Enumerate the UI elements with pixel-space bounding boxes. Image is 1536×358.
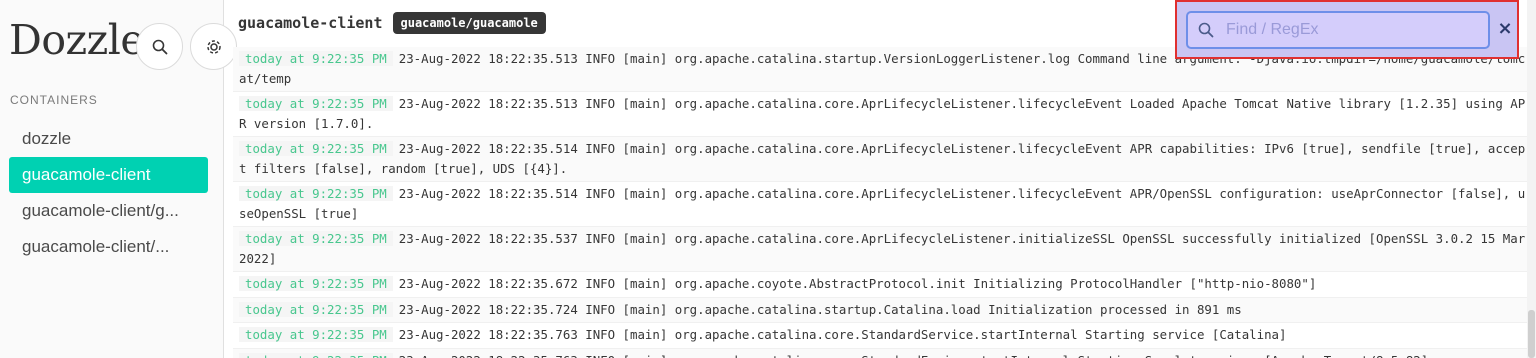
log-message: 23-Aug-2022 18:22:35.514 INFO [main] org… [239, 141, 1526, 176]
container-list: dozzle guacamole-client guacamole-client… [9, 121, 208, 265]
log-message: 23-Aug-2022 18:22:35.514 INFO [main] org… [239, 186, 1526, 221]
sidebar-item-guacamole-client-g[interactable]: guacamole-client/g... [9, 193, 208, 229]
scrollbar-thumb[interactable] [1528, 310, 1535, 358]
log-message: 23-Aug-2022 18:22:35.763 INFO [main] org… [398, 327, 1287, 342]
app-logo[interactable]: Dozzle [9, 16, 145, 64]
log-message: 23-Aug-2022 18:22:35.763 INFO [main] org… [399, 353, 1428, 358]
log-row: today at 9:22:35 PM 23-Aug-2022 18:22:35.… [233, 348, 1529, 358]
log-row: today at 9:22:35 PM23-Aug-2022 18:22:35.… [233, 92, 1529, 137]
sidebar: Dozzle CONTAINERS dozzle guacamole-clien… [0, 0, 237, 358]
log-message: 23-Aug-2022 18:22:35.672 INFO [main] org… [398, 276, 1317, 291]
log-message: 23-Aug-2022 18:22:35.537 INFO [main] org… [239, 231, 1526, 266]
log-timestamp: today at 9:22:35 PM [239, 352, 393, 358]
log-row: today at 9:22:35 PM23-Aug-2022 18:22:35.… [233, 182, 1529, 227]
log-timestamp: today at 9:22:35 PM [239, 301, 393, 317]
image-tag-badge: guacamole/guacamole [392, 12, 546, 34]
container-name: guacamole-client [238, 14, 383, 32]
log-timestamp: today at 9:22:35 PM [239, 186, 393, 201]
log-row: today at 9:22:35 PM 23-Aug-2022 18:22:35.… [233, 297, 1529, 323]
sidebar-item-guacamole-client-2[interactable]: guacamole-client/... [9, 229, 208, 265]
container-header: guacamole-client guacamole/guacamole [238, 11, 546, 35]
log-row: today at 9:22:35 PM23-Aug-2022 18:22:35.… [233, 137, 1529, 182]
find-panel: × [1175, 0, 1519, 59]
log-row: today at 9:22:35 PM23-Aug-2022 18:22:35.… [233, 227, 1529, 272]
log-list[interactable]: today at 9:22:35 PM 23-Aug-2022 18:22:35.… [233, 47, 1529, 358]
search-icon [1198, 22, 1214, 38]
log-timestamp: today at 9:22:35 PM [239, 327, 393, 342]
find-input[interactable] [1226, 13, 1482, 47]
log-timestamp: today at 9:22:35 PM [239, 276, 393, 291]
sidebar-item-guacamole-client[interactable]: guacamole-client [9, 157, 208, 193]
log-row: today at 9:22:35 PM 23-Aug-2022 18:22:35.… [233, 272, 1529, 298]
containers-section-label: CONTAINERS [10, 93, 98, 107]
log-timestamp: today at 9:22:35 PM [239, 51, 393, 66]
search-icon [152, 39, 167, 54]
log-timestamp: today at 9:22:35 PM [239, 141, 393, 156]
log-row: today at 9:22:35 PM 23-Aug-2022 18:22:35.… [233, 323, 1529, 349]
search-button[interactable] [136, 23, 183, 70]
close-find-button[interactable]: × [1497, 18, 1513, 40]
gear-icon [206, 39, 221, 54]
log-timestamp: today at 9:22:35 PM [239, 231, 393, 246]
log-message: 23-Aug-2022 18:22:35.513 INFO [main] org… [239, 96, 1526, 131]
find-field[interactable] [1186, 11, 1490, 49]
log-message: 23-Aug-2022 18:22:35.724 INFO [main] org… [398, 301, 1242, 317]
scrollbar[interactable] [1527, 0, 1536, 358]
sidebar-item-dozzle[interactable]: dozzle [9, 121, 208, 157]
log-timestamp: today at 9:22:35 PM [239, 96, 393, 111]
